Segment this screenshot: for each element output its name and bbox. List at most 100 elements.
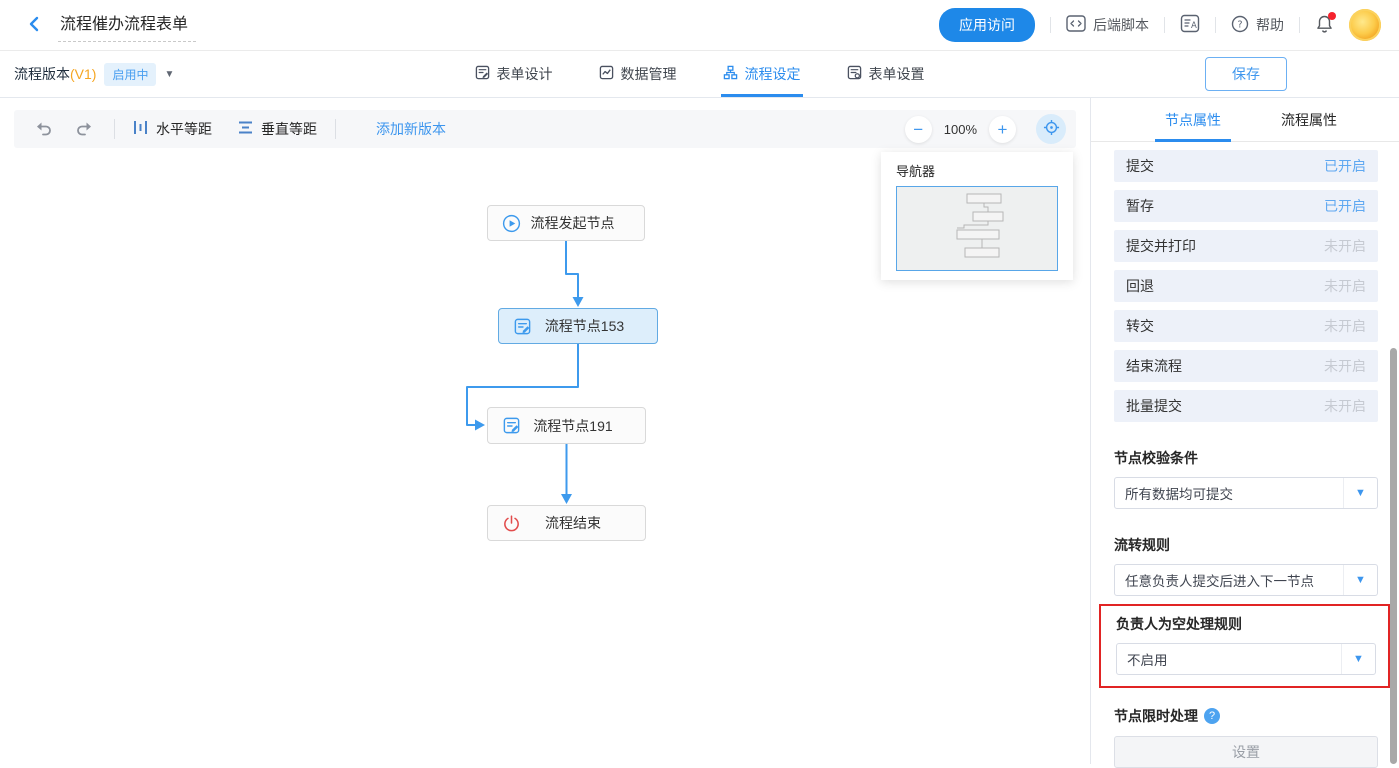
tab-data-management[interactable]: 数据管理 [599,51,677,97]
app-access-button[interactable]: 应用访问 [939,8,1035,42]
notifications-button[interactable] [1315,14,1334,37]
zoom-in-button[interactable]: + [989,116,1016,143]
empty-assignee-section-label: 负责人为空处理规则 [1116,614,1376,634]
panel-tabbar: 节点属性 流程属性 [1091,98,1399,142]
toggle-label: 暂存 [1126,196,1154,216]
version-selector[interactable]: 流程版本(V1) 启用中 ▼ [14,63,174,86]
code-icon [1066,15,1086,35]
form-edit-icon [513,317,532,336]
tab-process-properties[interactable]: 流程属性 [1267,98,1351,142]
notification-dot [1328,12,1336,20]
vertical-spacing-button[interactable]: 垂直等距 [238,119,317,139]
tab-process-settings[interactable]: 流程设定 [723,51,801,97]
flow-node-start[interactable]: 流程发起节点 [487,205,645,241]
redo-icon [75,119,95,140]
save-button[interactable]: 保存 [1205,57,1287,91]
toggle-value: 已开启 [1324,156,1366,176]
main-area: 水平等距 垂直等距 添加新版本 − 100% + [0,98,1399,764]
version-text: 流程版本(V1) [14,64,96,84]
form-edit-icon [502,416,521,435]
question-circle-icon: ? [1231,15,1249,36]
toggle-row-save-draft[interactable]: 暂存 已开启 [1114,190,1378,222]
divider [114,119,115,139]
tab-form-settings[interactable]: 表单设置 [847,51,925,97]
divider [1050,17,1051,33]
translate-icon: A [1180,14,1200,36]
tab-label: 表单设置 [869,64,925,84]
horizontal-spacing-icon [133,120,148,138]
toggle-row-transfer[interactable]: 转交 未开启 [1114,310,1378,342]
panel-scrollbar[interactable] [1390,348,1397,764]
help-label: 帮助 [1256,15,1284,35]
help-button[interactable]: ? 帮助 [1231,15,1284,36]
page-title[interactable]: 流程催办流程表单 [58,8,196,42]
fit-view-button[interactable] [1036,114,1066,144]
add-version-link[interactable]: 添加新版本 [376,119,446,139]
toggle-row-submit[interactable]: 提交 已开启 [1114,150,1378,182]
validation-dropdown[interactable]: 所有数据均可提交 ▼ [1114,477,1378,509]
header-actions: 应用访问 后端脚本 A ? 帮助 [939,8,1381,42]
version-bar: 流程版本(V1) 启用中 ▼ 表单设计 数据管理 流程设定 [0,51,1399,98]
time-limit-settings-button[interactable]: 设置 [1114,736,1378,768]
tab-node-properties[interactable]: 节点属性 [1151,98,1235,142]
vertical-spacing-label: 垂直等距 [261,119,317,139]
toggle-row-submit-print[interactable]: 提交并打印 未开启 [1114,230,1378,262]
divider [1164,17,1165,33]
time-limit-section: 节点限时处理 ? [1114,706,1378,726]
flow-node-end[interactable]: 流程结束 [487,505,646,541]
tab-label: 流程设定 [745,64,801,84]
avatar[interactable] [1349,9,1381,41]
play-circle-icon [502,214,521,233]
node-label: 流程发起节点 [521,213,632,233]
backend-script-label: 后端脚本 [1093,15,1149,35]
version-label: 流程版本 [14,66,70,82]
horizontal-spacing-button[interactable]: 水平等距 [133,119,212,139]
tab-label: 数据管理 [621,64,677,84]
redo-button[interactable] [74,118,96,140]
canvas-toolbar: 水平等距 垂直等距 添加新版本 − 100% + [14,110,1076,148]
tab-form-design[interactable]: 表单设计 [475,51,553,97]
zoom-controls: − 100% + [905,114,1066,144]
toggle-row-batch-submit[interactable]: 批量提交 未开启 [1114,390,1378,422]
toggle-row-rollback[interactable]: 回退 未开启 [1114,270,1378,302]
back-button[interactable] [22,13,46,37]
bell-icon [1315,21,1334,37]
toggle-value: 未开启 [1324,396,1366,416]
flow-node-191[interactable]: 流程节点191 [487,407,646,444]
chevron-left-icon [27,16,41,35]
help-icon[interactable]: ? [1204,708,1220,724]
svg-text:A: A [1191,21,1197,31]
toggle-row-end-process[interactable]: 结束流程 未开启 [1114,350,1378,382]
properties-panel: 节点属性 流程属性 提交 已开启 暂存 已开启 提交并打印 未开启 回 [1090,98,1399,764]
form-design-icon [475,65,490,83]
tab-label: 表单设计 [497,64,553,84]
chevron-down-icon: ▼ [1343,478,1377,508]
app-window: 流程催办流程表单 应用访问 后端脚本 A ? 帮助 [0,0,1399,764]
header: 流程催办流程表单 应用访问 后端脚本 A ? 帮助 [0,0,1399,51]
toggle-label: 转交 [1126,316,1154,336]
horizontal-spacing-label: 水平等距 [156,119,212,139]
toggle-value: 已开启 [1324,196,1366,216]
backend-script-button[interactable]: 后端脚本 [1066,15,1149,35]
toggle-label: 回退 [1126,276,1154,296]
data-chart-icon [599,65,614,83]
undo-icon [33,119,53,140]
minimap[interactable] [896,186,1058,271]
divider [1215,17,1216,33]
flow-rule-dropdown[interactable]: 任意负责人提交后进入下一节点 ▼ [1114,564,1378,596]
zoom-out-button[interactable]: − [905,116,932,143]
toggle-label: 提交 [1126,156,1154,176]
chevron-down-icon[interactable]: ▼ [164,69,174,80]
flowchart-icon [723,65,738,83]
node-label: 流程节点153 [532,316,645,336]
undo-button[interactable] [32,118,54,140]
power-icon [502,514,521,533]
empty-assignee-dropdown[interactable]: 不启用 ▼ [1116,643,1376,675]
toggle-value: 未开启 [1324,236,1366,256]
navigator-panel: 导航器 [881,152,1073,280]
flow-node-153[interactable]: 流程节点153 [498,308,658,344]
flow-canvas[interactable]: 水平等距 垂直等距 添加新版本 − 100% + [0,98,1090,764]
translate-button[interactable]: A [1180,14,1200,36]
validation-section-label: 节点校验条件 [1114,448,1378,468]
dropdown-value: 任意负责人提交后进入下一节点 [1115,570,1343,590]
